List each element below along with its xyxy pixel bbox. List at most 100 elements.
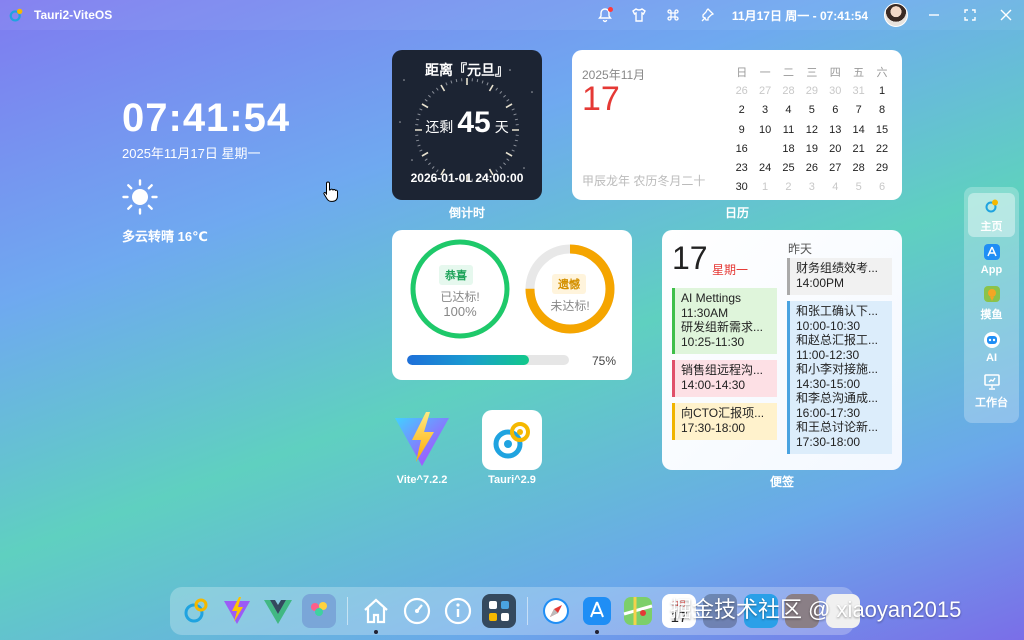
close-button[interactable] — [996, 5, 1016, 25]
watermark-text: 掘金技术社区 @ xiaoyan2015 — [670, 597, 962, 622]
calendar-day-cell[interactable]: 5 — [847, 181, 870, 193]
calendar-day-cell[interactable]: 16 — [730, 143, 753, 155]
dock-app-store[interactable] — [580, 594, 614, 634]
calendar-day-number: 3 — [808, 181, 815, 194]
sidebar-item-workbench[interactable]: 工作台 — [968, 369, 1015, 413]
progress-bar-percent: 75% — [592, 354, 617, 368]
calendar-day-cell[interactable]: 1 — [753, 181, 776, 193]
note-line: 14:00-14:30 — [681, 377, 746, 392]
dock-home[interactable] — [359, 594, 393, 634]
calendar-day-cell[interactable]: 9 — [730, 124, 753, 136]
calendar-day-cell[interactable]: 19 — [800, 143, 823, 155]
tauri-app-label[interactable]: Tauri^2.9 — [472, 474, 552, 486]
countdown-target-date: 2026-01-01 24:00:00 — [410, 171, 524, 185]
dock-dashboard[interactable] — [400, 594, 434, 628]
calendar-day-cell[interactable]: 11 — [777, 124, 800, 136]
calendar-day-cell[interactable]: 4 — [824, 181, 847, 193]
calendar-day-cell[interactable]: 27 — [824, 162, 847, 174]
dock-safari[interactable] — [539, 594, 573, 628]
calendar-day-cell[interactable]: 10 — [753, 124, 776, 136]
calendar-day-cell[interactable]: 18 — [777, 143, 800, 155]
command-icon[interactable] — [664, 6, 682, 24]
calendar-week-row: 16 17 18 19 20 21 22 — [730, 139, 894, 158]
dock-vite[interactable] — [220, 594, 254, 628]
calendar-day-cell[interactable]: 6 — [870, 181, 893, 193]
calendar-day-number: 1 — [878, 84, 886, 97]
calendar-day-number: 2 — [738, 104, 745, 117]
calendar-day-number: 3 — [762, 104, 769, 117]
pin-icon[interactable] — [698, 6, 716, 24]
calendar-day-cell[interactable]: 22 — [870, 143, 893, 155]
calendar-day-cell[interactable]: 28 — [847, 162, 870, 174]
notes-widget[interactable]: 17 星期一 昨天 AI Mettings 11:30AM 研发组新需求... 10:… — [662, 230, 902, 470]
sidebar-item-label: 主页 — [980, 220, 1003, 233]
calendar-day-cell[interactable]: 24 — [753, 162, 776, 174]
sidebar-item-home[interactable]: 主页 — [968, 193, 1015, 237]
calendar-day-cell[interactable]: 15 — [870, 124, 893, 136]
dock-tauri[interactable] — [179, 594, 213, 628]
calendar-day-cell[interactable]: 28 — [777, 85, 800, 97]
calendar-day-cell[interactable]: 4 — [777, 104, 800, 116]
dock-maps[interactable] — [621, 594, 655, 628]
calendar-day-cell[interactable]: 3 — [753, 104, 776, 116]
vite-app-label[interactable]: Vite^7.2.2 — [382, 474, 462, 486]
sidebar-item-app[interactable]: App — [968, 237, 1015, 281]
note-item[interactable]: 和张工确认下... 10:00-10:30 和赵总汇报工... 11:00-12:30… — [787, 301, 892, 454]
minimize-button[interactable] — [924, 5, 944, 25]
calendar-day-cell[interactable]: 20 — [824, 143, 847, 155]
calendar-day-cell[interactable]: 23 — [730, 162, 753, 174]
dock-balloon-app[interactable] — [302, 594, 336, 628]
vite-logo-icon[interactable] — [392, 410, 452, 470]
calendar-day-cell[interactable]: 7 — [847, 104, 870, 116]
calendar-day-number: 26 — [805, 162, 818, 175]
calendar-today-cell[interactable]: 17 — [753, 139, 776, 158]
shirt-skin-icon[interactable] — [630, 6, 648, 24]
calendar-day-cell[interactable]: 30 — [824, 85, 847, 97]
note-item[interactable]: 财务组绩效考... 14:00PM — [787, 258, 892, 295]
notes-weekday: 星期一 — [712, 263, 749, 277]
calendar-widget[interactable]: 2025年11月 17 甲辰龙年 农历冬月二十 日一二三四五六 26 27 28 29 3… — [572, 50, 902, 200]
calendar-day-cell[interactable]: 29 — [800, 85, 823, 97]
desktop-date: 2025年11月17日 星期一 — [122, 146, 261, 161]
calendar-day-cell[interactable]: 30 — [730, 181, 753, 193]
calendar-day-cell[interactable]: 26 — [730, 85, 753, 97]
calendar-day-cell[interactable]: 2 — [777, 181, 800, 193]
calendar-day-cell[interactable]: 8 — [870, 104, 893, 116]
tauri-app-tile[interactable] — [482, 410, 542, 470]
avatar[interactable] — [884, 3, 908, 27]
calendar-day-cell[interactable]: 13 — [824, 124, 847, 136]
note-item[interactable]: 向CTO汇报项... 17:30-18:00 — [672, 403, 777, 440]
calendar-day-cell[interactable]: 29 — [870, 162, 893, 174]
calendar-day-number: 21 — [852, 142, 865, 155]
note-line: 11:00-12:30 — [796, 347, 860, 362]
dial-tick — [440, 84, 446, 92]
dock-info[interactable] — [441, 594, 475, 628]
calendar-day-cell[interactable]: 2 — [730, 104, 753, 116]
countdown-widget[interactable]: 距离『元旦』 还剩 45 天 2026-01-01 24:00:00 — [392, 50, 542, 200]
sidebar-item-fish[interactable]: 摸鱼 — [968, 281, 1015, 325]
calendar-day-cell[interactable]: 25 — [777, 162, 800, 174]
calendar-day-cell[interactable]: 21 — [847, 143, 870, 155]
calendar-day-cell[interactable]: 1 — [870, 85, 893, 97]
calendar-day-cell[interactable]: 12 — [800, 124, 823, 136]
titlebar-datetime[interactable]: 11月17日 周一 - 07:41:54 — [732, 7, 868, 24]
tauri-logo-icon — [493, 422, 530, 459]
maximize-button[interactable] — [960, 5, 980, 25]
calendar-day-cell[interactable]: 3 — [800, 181, 823, 193]
ring1-percent: 100% — [443, 304, 477, 319]
calendar-day-cell[interactable]: 27 — [753, 85, 776, 97]
dock-apps-grid[interactable] — [482, 594, 516, 628]
calendar-day-cell[interactable]: 5 — [800, 104, 823, 116]
notification-bell-icon[interactable] — [596, 6, 614, 24]
note-item[interactable]: AI Mettings 11:30AM 研发组新需求... 10:25-11:30 — [672, 288, 777, 354]
note-item[interactable]: 销售组远程沟... 14:00-14:30 — [672, 360, 777, 397]
app-title: Tauri2-ViteOS — [34, 8, 113, 22]
calendar-weekday: 三 — [806, 66, 818, 79]
calendar-day-cell[interactable]: 6 — [824, 104, 847, 116]
sidebar-item-ai[interactable]: AI — [968, 325, 1015, 369]
calendar-day-cell[interactable]: 26 — [800, 162, 823, 174]
calendar-day-cell[interactable]: 14 — [847, 124, 870, 136]
calendar-day-cell[interactable]: 31 — [847, 85, 870, 97]
dock-vue[interactable] — [261, 594, 295, 628]
progress-widget[interactable]: 恭喜 已达标! 100% 遗憾 未达标! 75% — [392, 230, 632, 380]
